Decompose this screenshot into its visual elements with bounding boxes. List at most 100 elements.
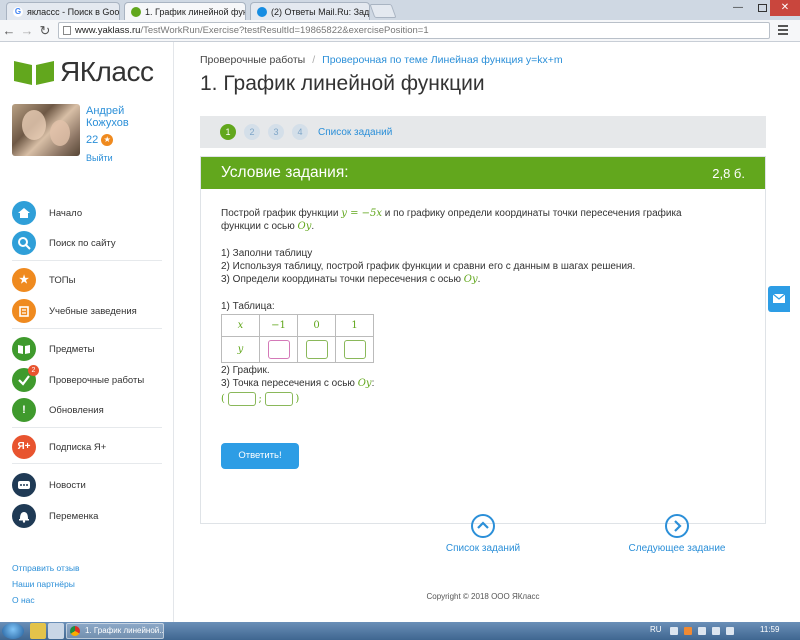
page-title: 1. График линейной функции	[200, 72, 485, 95]
yaklass-icon	[131, 6, 141, 17]
yaklass-logo[interactable]: ЯКласс	[12, 56, 154, 88]
y-coordinate-input[interactable]	[264, 392, 293, 406]
user-points[interactable]: 22 ★	[86, 134, 114, 146]
step-2[interactable]: 2	[244, 124, 260, 140]
breadcrumb-separator: /	[312, 54, 316, 66]
mailru-icon	[257, 6, 267, 17]
tray-icon[interactable]	[670, 627, 678, 635]
sidebar-item-tops[interactable]: ★ ТОПы	[12, 267, 172, 293]
page-icon	[63, 26, 71, 35]
language-indicator[interactable]: RU	[650, 625, 662, 634]
partners-link[interactable]: Наши партнёры	[12, 576, 79, 592]
about-link[interactable]: О нас	[12, 592, 79, 608]
function-formula: y = −5x	[341, 208, 383, 219]
intersection-inputs: ( ; )	[221, 392, 721, 406]
sidebar-item-label: ТОПы	[49, 274, 76, 286]
task-header-title: Условие задания:	[221, 164, 349, 181]
task-step-3-text: 3) Определи координаты точки пересечения…	[221, 274, 464, 285]
step-1[interactable]: 1	[220, 124, 236, 140]
new-tab-button[interactable]	[369, 4, 397, 18]
exclamation-icon: !	[12, 398, 36, 422]
y-answer-cell	[259, 336, 298, 363]
ya-plus-icon: Я+	[12, 435, 36, 459]
sidebar-item-subjects[interactable]: Предметы	[12, 336, 172, 362]
sidebar-item-search[interactable]: Поиск по сайту	[12, 230, 172, 256]
user-name[interactable]: Андрей Кожухов	[86, 105, 156, 129]
tray-icon[interactable]	[684, 627, 692, 635]
avatar[interactable]	[12, 104, 80, 156]
sidebar-item-news[interactable]: Новости	[12, 472, 172, 498]
media-taskbar-icon[interactable]	[48, 623, 64, 639]
chrome-icon	[70, 626, 80, 636]
chevron-up-icon	[471, 514, 495, 538]
browser-tab-google[interactable]: G яклассс - Поиск в Google ×	[6, 2, 120, 20]
start-button[interactable]	[2, 623, 24, 639]
tab-title: (2) Ответы Mail.Ru: Зада	[271, 6, 370, 17]
axis-label: Oy	[463, 274, 478, 285]
nav-task-list-label: Список заданий	[445, 543, 521, 554]
y-answer-input[interactable]	[343, 340, 366, 359]
y-answer-input[interactable]	[305, 340, 328, 359]
home-icon	[12, 201, 36, 225]
sidebar-item-label: Начало	[49, 207, 83, 219]
step-3[interactable]: 3	[268, 124, 284, 140]
task-body: Построй график функции y = −5x и по граф…	[221, 207, 721, 406]
nav-task-list[interactable]: Список заданий	[433, 514, 533, 554]
logout-link[interactable]: Выйти	[86, 153, 113, 163]
school-icon	[12, 299, 36, 323]
clock[interactable]: 11:59	[760, 625, 779, 634]
network-icon[interactable]	[698, 627, 706, 635]
x-value-cell: 0	[297, 314, 336, 337]
star-icon: ★	[12, 268, 36, 292]
sidebar-item-updates[interactable]: ! Обновления	[12, 397, 172, 423]
sidebar-item-label: Новости	[49, 479, 86, 491]
task-step-3: 3) Определи координаты точки пересечения…	[221, 273, 721, 286]
nav-next-task[interactable]: Следующее задание	[627, 514, 727, 554]
sidebar-item-schools[interactable]: Учебные заведения	[12, 298, 172, 324]
explorer-taskbar-icon[interactable]	[30, 623, 46, 639]
task-list-link[interactable]: Список заданий	[318, 127, 392, 138]
axis-label: Oy	[297, 221, 312, 232]
breadcrumb-tests[interactable]: Проверочные работы	[200, 54, 305, 66]
browser-tab-yaklass[interactable]: 1. График линейной функ ×	[124, 2, 246, 20]
menu-divider	[12, 463, 162, 464]
x-header-cell: x	[221, 314, 260, 337]
task-step-2: 2) Используя таблицу, построй график фун…	[221, 261, 636, 272]
browser-tab-mailru[interactable]: (2) Ответы Mail.Ru: Зада ×	[250, 2, 370, 20]
sidebar-item-subscription[interactable]: Я+ Подписка Я+	[12, 434, 172, 460]
volume-icon[interactable]	[712, 627, 720, 635]
x-coordinate-input[interactable]	[227, 392, 256, 406]
address-bar[interactable]: www.yaklass.ru/TestWorkRun/Exercise?test…	[58, 22, 770, 39]
intersection-text: 3) Точка пересечения с осью	[221, 378, 358, 389]
taskbar-app-chrome[interactable]: 1. График линейной...	[66, 623, 164, 639]
minimize-button[interactable]: —	[726, 0, 750, 16]
y-answer-input[interactable]	[267, 340, 290, 359]
feedback-link[interactable]: Отправить отзыв	[12, 560, 79, 576]
reload-button[interactable]: ↻	[36, 23, 54, 39]
feedback-tab[interactable]	[768, 286, 790, 312]
sidebar-item-tests[interactable]: 2 Проверочные работы	[12, 365, 172, 393]
step-4[interactable]: 4	[292, 124, 308, 140]
task-steps: 1) Заполни таблицу 2) Используя таблицу,…	[221, 247, 721, 286]
url-path: /TestWorkRun/Exercise?testResultId=19865…	[140, 25, 429, 36]
forward-button[interactable]: →	[18, 23, 36, 38]
sidebar-item-label: Поиск по сайту	[49, 237, 116, 249]
news-icon	[12, 473, 36, 497]
y-answer-cell	[335, 336, 374, 363]
os-taskbar: 1. График линейной... RU 11:59	[0, 622, 800, 640]
window-close-button[interactable]: ✕	[770, 0, 800, 16]
graph-label: 2) График.	[221, 365, 270, 376]
sidebar-item-home[interactable]: Начало	[12, 200, 172, 226]
sidebar-item-break[interactable]: Переменка	[12, 503, 172, 529]
back-button[interactable]: ←	[0, 23, 18, 38]
task-intro: Построй график функции y = −5x и по граф…	[221, 207, 721, 233]
breadcrumb-current-test[interactable]: Проверочная по теме Линейная функция y=k…	[322, 54, 563, 66]
submit-answer-button[interactable]: Ответить!	[221, 443, 299, 469]
y-answer-cell	[297, 336, 336, 363]
intersection-colon: :	[371, 378, 375, 389]
flag-icon[interactable]	[726, 627, 734, 635]
browser-menu-icon[interactable]	[778, 25, 788, 37]
tab-title: яклассс - Поиск в Google	[27, 6, 120, 17]
intro-period: .	[311, 221, 315, 232]
notification-badge: 2	[28, 365, 39, 376]
